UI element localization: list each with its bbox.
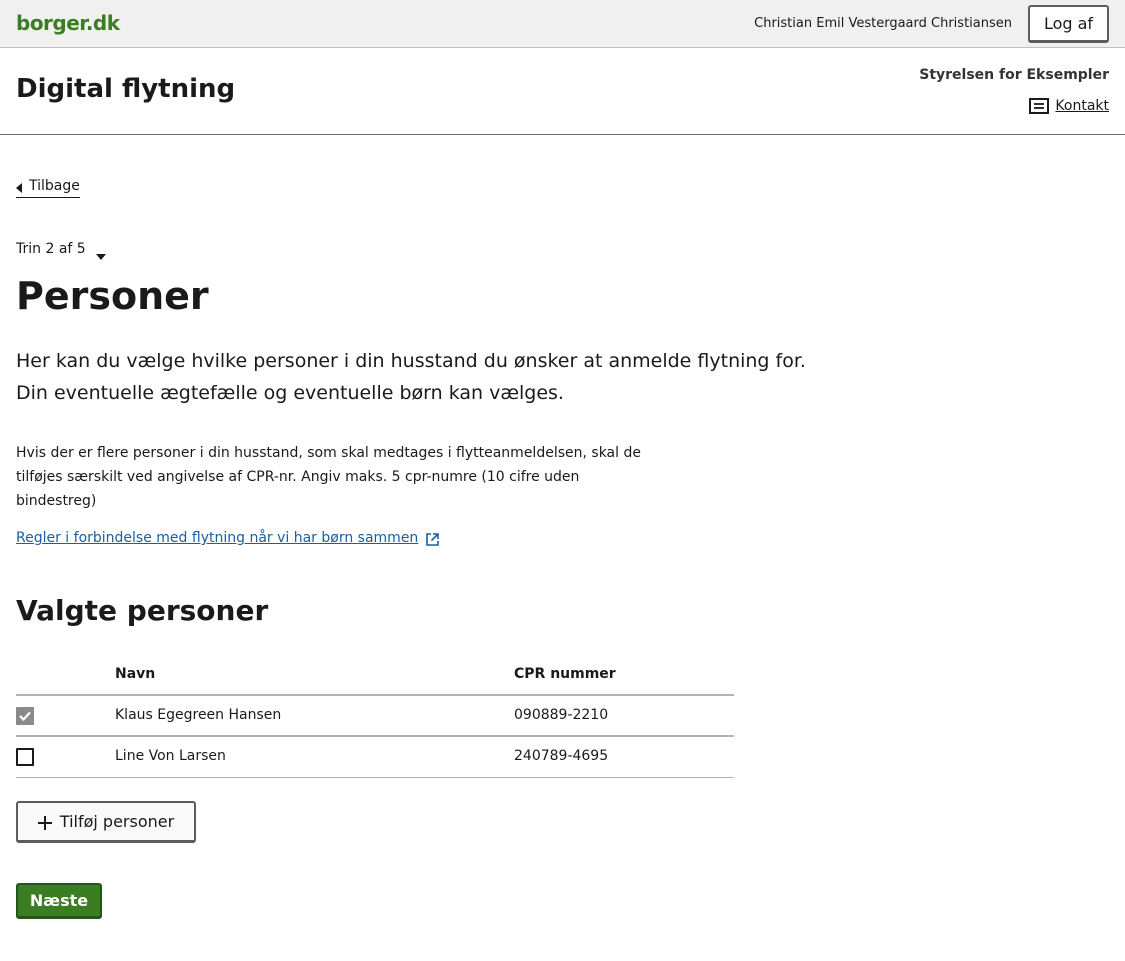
table-row: Line Von Larsen 240789-4695 xyxy=(16,737,734,778)
rules-external-link-label: Regler i forbindelse med flytning når vi… xyxy=(16,530,419,546)
column-header-cpr: CPR nummer xyxy=(514,666,616,682)
caret-left-icon xyxy=(16,181,23,193)
contact-link-label: Kontakt xyxy=(1055,98,1109,114)
borger-dk-logo[interactable]: borger.dk xyxy=(16,11,120,35)
table-row: Klaus Egegreen Hansen 090889-2210 xyxy=(16,696,734,737)
step-indicator[interactable]: Trin 2 af 5 xyxy=(16,241,106,260)
caret-down-icon xyxy=(95,248,106,260)
add-persons-button[interactable]: Tilføj personer xyxy=(16,801,196,843)
authority-name: Styrelsen for Eksempler xyxy=(919,67,1109,83)
plus-icon xyxy=(37,815,52,830)
next-button[interactable]: Næste xyxy=(16,883,102,919)
external-link-icon xyxy=(426,532,440,546)
top-bar: borger.dk Christian Emil Vestergaard Chr… xyxy=(0,0,1125,48)
add-persons-label: Tilføj personer xyxy=(59,812,175,831)
person-checkbox-unchecked[interactable] xyxy=(16,748,34,766)
person-checkbox-checked[interactable] xyxy=(16,707,34,725)
back-link-label: Tilbage xyxy=(29,178,80,194)
table-header: Navn CPR nummer xyxy=(16,660,734,696)
contact-link[interactable]: Kontakt xyxy=(1029,98,1109,114)
instructions-paragraph: Hvis der er flere personer i din husstan… xyxy=(16,445,641,509)
message-icon xyxy=(1029,98,1050,114)
app-title: Digital flytning xyxy=(16,74,236,104)
column-header-name: Navn xyxy=(115,666,156,682)
checkmark-icon xyxy=(19,711,31,721)
selected-persons-table: Navn CPR nummer Klaus Egegreen Hansen 09… xyxy=(16,660,734,778)
app-header: Digital flytning Styrelsen for Eksempler… xyxy=(0,48,1125,135)
page-title: Personer xyxy=(16,274,209,318)
back-link[interactable]: Tilbage xyxy=(16,178,80,198)
step-indicator-label: Trin 2 af 5 xyxy=(16,241,86,257)
rules-external-link[interactable]: Regler i forbindelse med flytning når vi… xyxy=(16,530,440,546)
person-cpr: 240789-4695 xyxy=(514,748,609,764)
logout-button[interactable]: Log af xyxy=(1028,5,1109,43)
logged-in-user-name: Christian Emil Vestergaard Christiansen xyxy=(754,16,1012,31)
person-cpr: 090889-2210 xyxy=(514,707,609,723)
selected-persons-heading: Valgte personer xyxy=(16,594,269,627)
person-name: Klaus Egegreen Hansen xyxy=(115,707,282,723)
lead-paragraph: Her kan du vælge hvilke personer i din h… xyxy=(16,350,806,404)
person-name: Line Von Larsen xyxy=(115,748,226,764)
